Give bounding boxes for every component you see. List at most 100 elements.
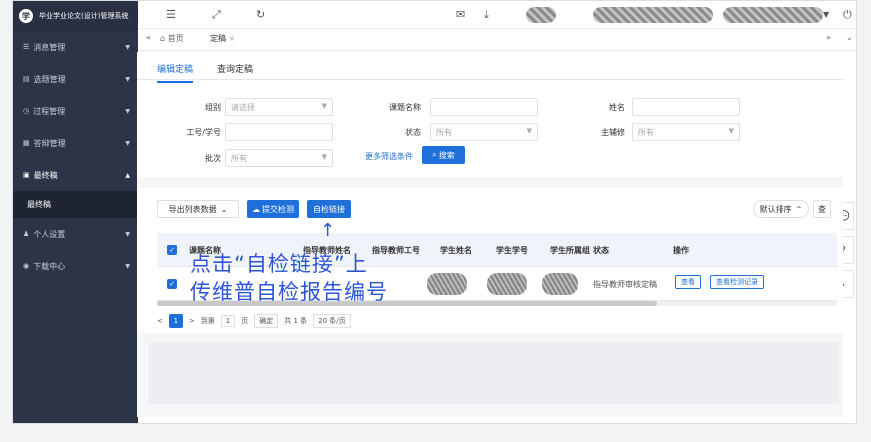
group-select[interactable]: 请选择 ▼ bbox=[225, 98, 333, 116]
sidebar-subitem-final-draft[interactable]: 最终稿 bbox=[13, 191, 138, 218]
next-page-icon[interactable]: > bbox=[189, 317, 195, 325]
view-check-record-button[interactable]: 查看检测记录 bbox=[710, 275, 764, 289]
goto-input[interactable]: 1 bbox=[220, 315, 236, 327]
annotation-line-1: 点击“自检链接”上 bbox=[190, 252, 368, 276]
brand: 学 毕业学业论文(设计)管理系统 bbox=[13, 1, 138, 31]
user-icon: ♟ bbox=[23, 230, 30, 238]
chevron-down-icon: ⌄ bbox=[220, 204, 228, 214]
redacted-region bbox=[723, 7, 823, 23]
filter-panel: 编辑定稿 查询定稿 组别 请选择 ▼ 课题名称 姓名 工号/学号 状态 所有 ▼ 主… bbox=[137, 52, 843, 177]
main-content: 编辑定稿 查询定稿 组别 请选择 ▼ 课题名称 姓名 工号/学号 状态 所有 ▼ 主… bbox=[137, 52, 843, 417]
sidebar-item-label: 过程管理 bbox=[33, 106, 66, 116]
empty-area bbox=[149, 342, 839, 404]
total-count: 共 1 条 bbox=[284, 317, 308, 325]
page-size-select[interactable]: 20 条/页 bbox=[313, 314, 351, 328]
row-checkbox[interactable]: ✓ bbox=[167, 279, 177, 289]
redacted-region bbox=[526, 7, 556, 23]
name-label: 姓名 bbox=[609, 103, 625, 112]
mail-icon[interactable]: ✉ bbox=[456, 8, 465, 21]
close-icon[interactable]: × bbox=[229, 34, 236, 43]
chevron-down-icon: ▼ bbox=[125, 262, 130, 270]
tab-label: 首页 bbox=[167, 34, 184, 43]
sidebar-item-topics[interactable]: ▤ 选题管理 ▼ bbox=[13, 63, 138, 95]
tab-bar: « ⌂ 首页 定稿 × » ⌄ bbox=[138, 29, 856, 51]
more-filters-link[interactable]: 更多筛选条件 bbox=[365, 151, 413, 162]
sidebar-item-label: 消息管理 bbox=[33, 42, 66, 52]
topic-input[interactable] bbox=[430, 98, 538, 116]
view-button[interactable]: 查看 bbox=[675, 275, 701, 289]
status-label: 状态 bbox=[405, 128, 421, 137]
chevron-down-icon: ▼ bbox=[125, 75, 130, 83]
pagination: < 1 > 到第 1 页 确定 共 1 条 20 条/页 bbox=[157, 314, 351, 328]
chevron-down-icon: ▼ bbox=[728, 127, 734, 135]
process-icon: ◷ bbox=[23, 107, 30, 115]
sidebar-item-messages[interactable]: ☰ 消息管理 ▼ bbox=[13, 31, 138, 63]
subtab-query[interactable]: 查询定稿 bbox=[217, 62, 253, 75]
refresh-icon[interactable]: ↻ bbox=[256, 8, 265, 21]
chevron-down-icon: ▼ bbox=[526, 127, 532, 135]
prev-page-icon[interactable]: < bbox=[157, 317, 163, 325]
final-draft-icon: ▣ bbox=[23, 171, 30, 179]
sort-dropdown[interactable]: 默认排序 ⌃ bbox=[753, 200, 809, 218]
chevron-up-icon: ▲ bbox=[125, 171, 130, 179]
batch-select[interactable]: 所有 ▼ bbox=[225, 149, 333, 167]
sidebar-item-download-center[interactable]: ◉ 下载中心 ▼ bbox=[13, 250, 138, 282]
col-student-group[interactable]: 学生所属组 bbox=[550, 245, 590, 256]
col-student-id[interactable]: 学生学号 bbox=[496, 245, 528, 256]
search-icon: ⌕ bbox=[432, 150, 437, 159]
defense-icon: ▦ bbox=[23, 139, 30, 147]
search-button[interactable]: ⌕ 搜索 bbox=[422, 146, 465, 164]
redacted-region bbox=[542, 273, 578, 295]
chevron-down-icon[interactable]: ▼ bbox=[823, 10, 829, 19]
sub-tabs: 编辑定稿 查询定稿 bbox=[137, 52, 843, 83]
chevron-down-icon: ▼ bbox=[321, 102, 327, 110]
sidebar-item-label: 选题管理 bbox=[33, 74, 66, 84]
tab-scroll-left-icon[interactable]: « bbox=[146, 33, 151, 42]
submit-check-button[interactable]: ☁ 提交检测 bbox=[247, 200, 299, 218]
app-title: 毕业学业论文(设计)管理系统 bbox=[39, 12, 129, 20]
sidebar-item-label: 下载中心 bbox=[33, 261, 66, 271]
message-icon: ☰ bbox=[23, 43, 30, 51]
goto-label: 到第 bbox=[200, 317, 215, 325]
tab-scroll-right-icon[interactable]: » bbox=[826, 33, 831, 42]
sidebar-item-label: 个人设置 bbox=[33, 229, 66, 239]
sidebar-item-final-draft[interactable]: ▣ 最终稿 ▲ bbox=[13, 159, 138, 191]
download-icon[interactable]: ⤓ bbox=[484, 8, 489, 22]
chevron-down-icon: ▼ bbox=[125, 230, 130, 238]
subtab-edit[interactable]: 编辑定稿 bbox=[157, 62, 194, 83]
chevron-down-icon: ▼ bbox=[125, 107, 130, 115]
self-check-link-button[interactable]: 自检链接 bbox=[307, 200, 351, 218]
tab-label: 定稿 bbox=[210, 34, 226, 43]
sidebar-item-label: 最终稿 bbox=[33, 170, 58, 180]
name-input[interactable] bbox=[632, 98, 740, 116]
fullscreen-icon[interactable]: ⤢ bbox=[212, 8, 221, 22]
chevron-down-icon: ▼ bbox=[321, 153, 327, 161]
goto-confirm-button[interactable]: 确定 bbox=[254, 314, 279, 328]
chevron-down-icon: ▼ bbox=[125, 139, 130, 147]
col-advisor-id[interactable]: 指导教师工号 bbox=[372, 245, 420, 256]
export-dropdown[interactable]: 导出列表数据 ⌄ bbox=[157, 200, 239, 218]
page-number[interactable]: 1 bbox=[168, 314, 183, 328]
chevron-down-icon: ▼ bbox=[125, 43, 130, 51]
select-all-checkbox[interactable]: ✓ bbox=[167, 245, 177, 255]
redacted-region bbox=[593, 7, 713, 23]
id-input[interactable] bbox=[225, 123, 333, 141]
menu-toggle-icon[interactable]: ☰ bbox=[166, 8, 176, 21]
sidebar-item-process[interactable]: ◷ 过程管理 ▼ bbox=[13, 95, 138, 127]
status-select[interactable]: 所有 ▼ bbox=[430, 123, 538, 141]
tab-home[interactable]: ⌂ 首页 bbox=[160, 33, 184, 44]
topic-label: 课题名称 bbox=[389, 103, 421, 112]
col-status[interactable]: 状态 bbox=[593, 245, 609, 256]
chevron-down-icon[interactable]: ⌄ bbox=[846, 33, 853, 42]
col-student-name[interactable]: 学生姓名 bbox=[440, 245, 472, 256]
power-icon[interactable]: ⏻ bbox=[843, 8, 852, 22]
more-button[interactable]: 查 bbox=[813, 200, 831, 218]
id-label: 工号/学号 bbox=[186, 128, 221, 137]
status-text: 指导教师审核定稿 bbox=[593, 280, 657, 289]
major-select[interactable]: 所有 ▼ bbox=[632, 123, 740, 141]
annotation-line-2: 传维普自检报告编号 bbox=[190, 280, 388, 304]
sidebar-item-defense[interactable]: ▦ 答辩管理 ▼ bbox=[13, 127, 138, 159]
tab-final-draft[interactable]: 定稿 × bbox=[210, 33, 235, 44]
upload-icon: ☁ bbox=[252, 204, 260, 214]
sidebar-item-personal-settings[interactable]: ♟ 个人设置 ▼ bbox=[13, 218, 138, 250]
